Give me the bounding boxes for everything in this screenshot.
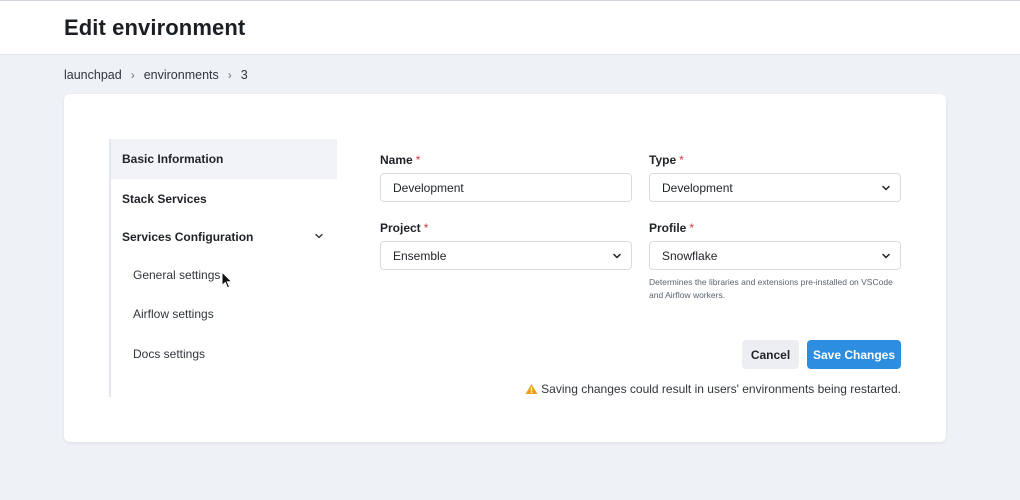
nav-subitem-general-settings[interactable]: General settings bbox=[133, 265, 220, 285]
restart-warning: Saving changes could result in users' en… bbox=[525, 381, 901, 397]
profile-label: Profile * bbox=[649, 221, 694, 235]
project-label-text: Project bbox=[380, 221, 421, 235]
nav-item-basic-information[interactable]: Basic Information bbox=[111, 139, 337, 179]
section-nav: Basic Information Stack Services Service… bbox=[109, 139, 337, 397]
profile-help-text: Determines the libraries and extensions … bbox=[649, 277, 893, 300]
type-label-text: Type bbox=[649, 153, 677, 167]
warning-text: Saving changes could result in users' en… bbox=[541, 382, 901, 396]
nav-item-services-configuration[interactable]: Services Configuration bbox=[111, 217, 337, 257]
save-changes-button[interactable]: Save Changes bbox=[807, 340, 901, 369]
chevron-down-icon bbox=[882, 185, 890, 191]
breadcrumb-current: 3 bbox=[240, 68, 248, 82]
breadcrumb-environments[interactable]: environments bbox=[144, 68, 219, 82]
profile-select[interactable]: Snowflake bbox=[649, 241, 901, 270]
cancel-button[interactable]: Cancel bbox=[742, 340, 799, 369]
edit-environment-card: Basic Information Stack Services Service… bbox=[64, 94, 946, 442]
profile-select-value: Snowflake bbox=[662, 248, 718, 263]
required-mark: * bbox=[689, 221, 695, 235]
required-mark: * bbox=[423, 221, 429, 235]
nav-item-stack-services[interactable]: Stack Services bbox=[111, 179, 337, 219]
nav-subitem-docs-settings[interactable]: Docs settings bbox=[133, 344, 205, 364]
project-label: Project * bbox=[380, 221, 428, 235]
name-label: Name * bbox=[380, 153, 420, 167]
required-mark: * bbox=[415, 153, 421, 167]
profile-label-text: Profile bbox=[649, 221, 687, 235]
nav-item-label: Basic Information bbox=[122, 152, 224, 166]
project-select-value: Ensemble bbox=[393, 248, 447, 263]
chevron-down-icon bbox=[613, 253, 621, 259]
type-select[interactable]: Development bbox=[649, 173, 901, 202]
nav-item-label: Services Configuration bbox=[122, 230, 254, 244]
name-input-value: Development bbox=[393, 180, 464, 195]
required-mark: * bbox=[679, 153, 684, 167]
type-select-value: Development bbox=[662, 180, 733, 195]
breadcrumb-separator: › bbox=[227, 68, 232, 82]
project-select[interactable]: Ensemble bbox=[380, 241, 632, 270]
top-header: Edit environment bbox=[0, 0, 1020, 55]
breadcrumb-separator: › bbox=[130, 68, 135, 82]
nav-item-label: Stack Services bbox=[122, 192, 207, 206]
page-title: Edit environment bbox=[64, 15, 246, 40]
name-label-text: Name bbox=[380, 153, 413, 167]
warning-icon bbox=[525, 383, 538, 395]
chevron-down-icon[interactable] bbox=[313, 230, 325, 242]
nav-subitem-airflow-settings[interactable]: Airflow settings bbox=[133, 304, 214, 324]
mouse-pointer-icon bbox=[221, 271, 233, 289]
type-label: Type * bbox=[649, 153, 684, 167]
breadcrumb: launchpad › environments › 3 bbox=[64, 67, 248, 83]
chevron-down-icon bbox=[882, 253, 890, 259]
breadcrumb-launchpad[interactable]: launchpad bbox=[64, 68, 122, 82]
name-input[interactable]: Development bbox=[380, 173, 632, 202]
